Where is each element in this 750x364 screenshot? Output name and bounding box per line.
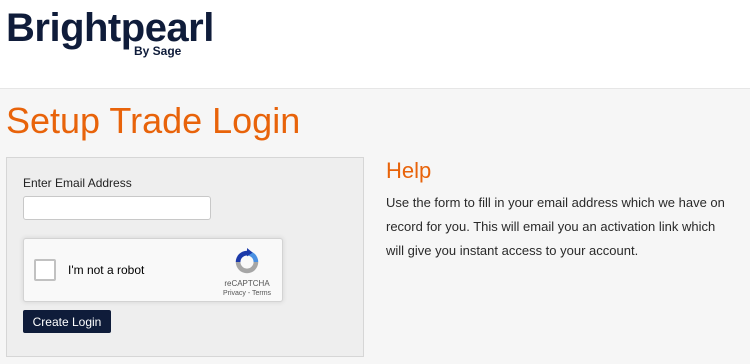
help-text-line: will give you instant access to your acc… [386, 243, 639, 258]
help-text: Use the form to fill in your email addre… [386, 191, 742, 263]
recaptcha-checkbox[interactable] [34, 259, 56, 281]
site-header: Brightpearl By Sage [0, 0, 750, 89]
page-title: Setup Trade Login [6, 100, 301, 141]
email-label: Enter Email Address [23, 176, 132, 190]
recaptcha-brand: reCAPTCHA [224, 279, 270, 288]
email-field[interactable] [23, 196, 211, 220]
recaptcha-widget: I'm not a robot reCAPTCHA Privacy - Term… [23, 238, 283, 302]
create-login-button[interactable]: Create Login [23, 310, 111, 333]
help-text-line: record for you. This will email you an a… [386, 219, 716, 234]
setup-login-form: Enter Email Address I'm not a robot reCA… [6, 157, 364, 357]
help-text-line: Use the form to fill in your email addre… [386, 195, 725, 210]
logo-byline: By Sage [134, 44, 182, 58]
brightpearl-logo[interactable]: Brightpearl [6, 6, 214, 51]
help-title: Help [386, 158, 432, 183]
recaptcha-label: I'm not a robot [68, 263, 145, 277]
recaptcha-privacy-terms-links[interactable]: Privacy - Terms [216, 290, 278, 297]
recaptcha-logo-icon [235, 247, 259, 274]
